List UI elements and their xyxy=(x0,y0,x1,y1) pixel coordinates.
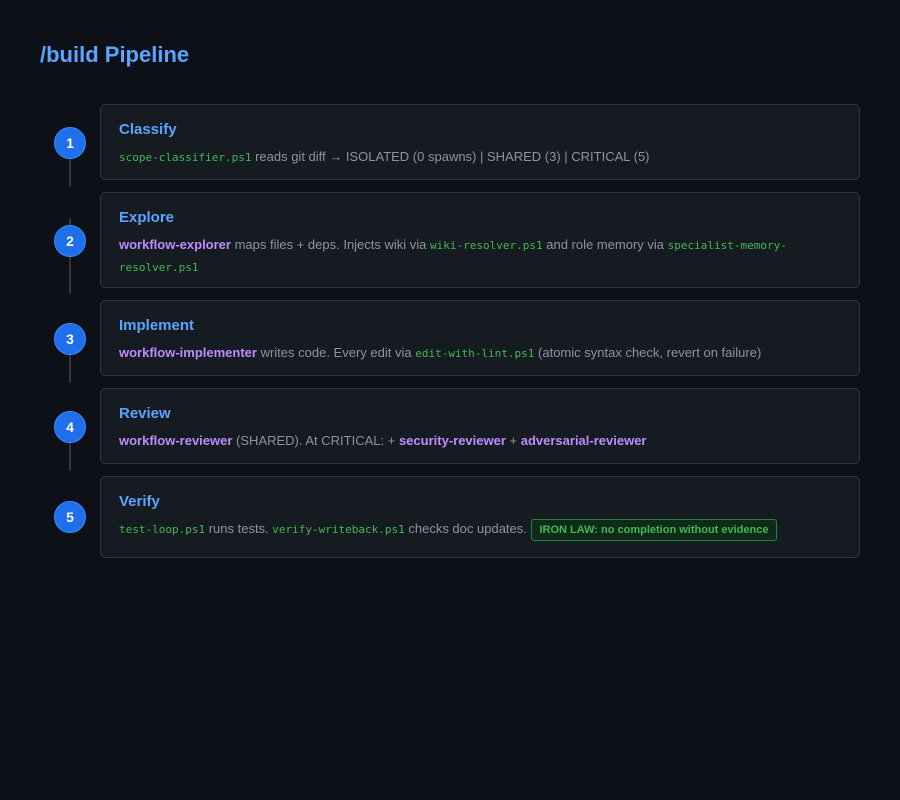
agent-name: adversarial-reviewer xyxy=(520,433,647,448)
description-text: writes code. Every edit via xyxy=(256,345,416,360)
step-description: test-loop.ps1 runs tests. verify-writeba… xyxy=(119,518,841,541)
agent-name: workflow-implementer xyxy=(119,345,257,360)
description-text: maps files + deps. Injects wiki via xyxy=(230,237,431,252)
page-title: /build Pipeline xyxy=(40,42,190,67)
step-number-badge: 1 xyxy=(54,127,86,159)
agent-name: workflow-explorer xyxy=(119,237,231,252)
step-card: Explore workflow-explorer maps files + d… xyxy=(100,192,860,288)
step-title: Review xyxy=(119,405,171,422)
description-text: and role memory via xyxy=(542,237,668,252)
step-number-badge: 4 xyxy=(54,411,86,443)
step-title: Verify xyxy=(119,493,160,510)
step-card: Implement workflow-implementer writes co… xyxy=(100,300,860,376)
script-name: wiki-resolver.ps1 xyxy=(430,239,543,252)
script-name: test-loop.ps1 xyxy=(119,523,206,536)
iron-law-badge: IRON LAW: no completion without evidence xyxy=(530,518,778,541)
pipeline-page: /build Pipeline 1 Classify scope-classif… xyxy=(0,0,900,800)
step-number-badge: 3 xyxy=(54,323,86,355)
description-text: runs tests. xyxy=(205,521,273,536)
description-text: (SHARED). At CRITICAL: + xyxy=(232,433,399,448)
script-name: edit-with-lint.ps1 xyxy=(415,347,535,360)
step-title: Implement xyxy=(119,317,195,334)
step-number-badge: 5 xyxy=(54,501,86,533)
script-name: verify-writeback.ps1 xyxy=(272,523,405,536)
step-card: Review workflow-reviewer (SHARED). At CR… xyxy=(100,388,860,464)
step-number-badge: 2 xyxy=(54,225,86,257)
step-description: scope-classifier.ps1 reads git diff → IS… xyxy=(119,146,841,168)
description-text: reads git diff → ISOLATED (0 spawns) | S… xyxy=(251,149,650,164)
description-text: checks doc updates. xyxy=(404,521,531,536)
description-text: (atomic syntax check, revert on failure) xyxy=(534,345,762,360)
agent-name: workflow-reviewer xyxy=(119,433,233,448)
script-name: scope-classifier.ps1 xyxy=(119,151,252,164)
step-description: workflow-reviewer (SHARED). At CRITICAL:… xyxy=(119,430,841,451)
step-title: Classify xyxy=(119,121,177,138)
step-card: Classify scope-classifier.ps1 reads git … xyxy=(100,104,860,180)
description-text: + xyxy=(505,433,521,448)
step-description: workflow-explorer maps files + deps. Inj… xyxy=(119,234,841,278)
step-card: Verify test-loop.ps1 runs tests. verify-… xyxy=(100,476,860,558)
step-title: Explore xyxy=(119,209,175,226)
agent-name: security-reviewer xyxy=(398,433,506,448)
step-description: workflow-implementer writes code. Every … xyxy=(119,342,841,364)
